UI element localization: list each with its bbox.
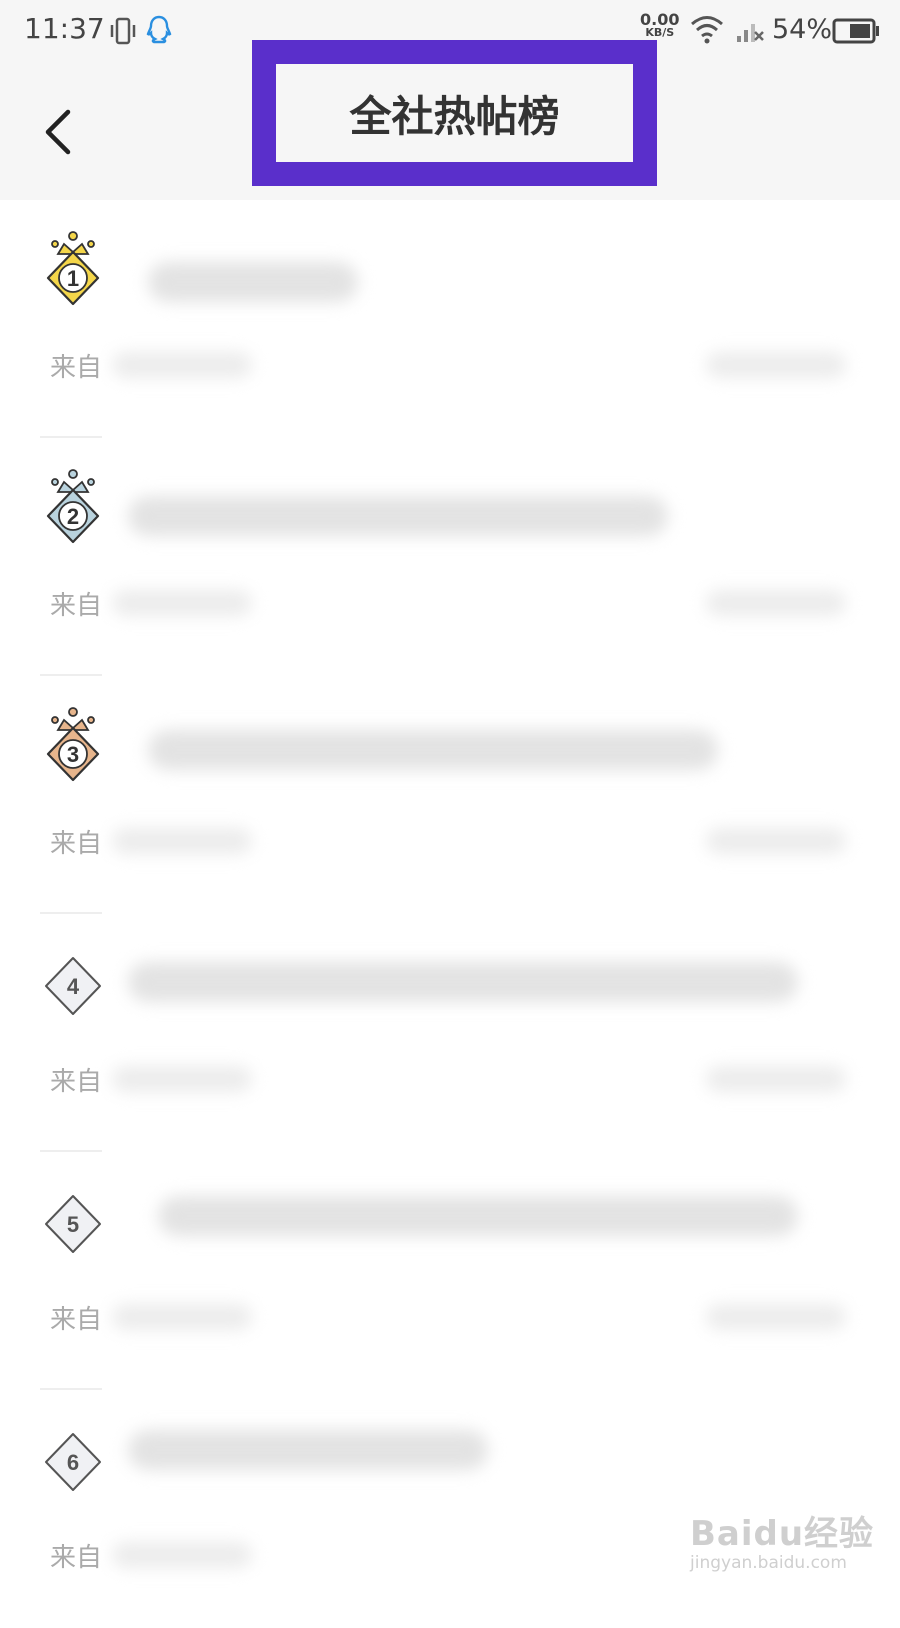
battery-icon (832, 18, 880, 48)
post-meta (706, 1066, 846, 1092)
post-source[interactable] (112, 1304, 252, 1330)
list-item[interactable]: 5 来自 (0, 1152, 900, 1390)
list-item[interactable]: 2 来自 (0, 438, 900, 676)
post-source[interactable] (112, 590, 252, 616)
bronze-crown-rank-icon: 3 (40, 706, 106, 786)
back-button[interactable] (38, 104, 82, 160)
source-label: 来自 (50, 353, 103, 383)
net-speed-unit: KB/S (645, 26, 675, 39)
source-label: 来自 (50, 829, 103, 859)
watermark-url: jingyan.baidu.com (690, 1553, 847, 1573)
post-source[interactable] (112, 1066, 252, 1092)
page-title: 全社热帖榜 (276, 64, 633, 162)
gold-crown-rank-icon: 1 (40, 230, 106, 310)
list-item[interactable]: 1 来自 (0, 200, 900, 438)
silver-crown-rank-icon: 2 (40, 468, 106, 548)
vibrate-icon (108, 16, 138, 50)
source-label: 来自 (50, 1543, 103, 1573)
post-content[interactable] (104, 438, 900, 676)
status-time: 11:37 (24, 12, 105, 45)
wifi-icon (690, 14, 724, 48)
post-title[interactable] (158, 1196, 798, 1236)
diamond-rank-icon: 6 (40, 1420, 106, 1500)
signal-icon (735, 16, 765, 48)
post-source[interactable] (112, 352, 252, 378)
rank-number: 3 (67, 742, 79, 767)
list-item[interactable]: 4 来自 (0, 914, 900, 1152)
source-label: 来自 (50, 591, 103, 621)
post-meta (706, 352, 846, 378)
diamond-rank-icon: 5 (40, 1182, 106, 1262)
post-meta (706, 828, 846, 854)
source-label: 来自 (50, 1305, 103, 1335)
list-item[interactable]: 3 来自 (0, 676, 900, 914)
rank-number: 1 (67, 266, 79, 291)
hot-post-list: 1 来自 2 来自 3 来自 4 来自 5 来自 6 来自 (0, 200, 900, 1628)
post-meta (706, 1304, 846, 1330)
rank-number: 4 (67, 974, 80, 999)
post-title[interactable] (128, 962, 798, 1002)
post-content[interactable] (104, 1152, 900, 1390)
rank-number: 2 (67, 504, 79, 529)
watermark-brand: Baidu经验 (690, 1514, 875, 1554)
qq-notification-icon (146, 14, 172, 50)
post-title[interactable] (128, 1430, 488, 1470)
post-title[interactable] (148, 730, 718, 770)
rank-number: 5 (67, 1212, 79, 1237)
diamond-rank-icon: 4 (40, 944, 106, 1024)
battery-percent: 54% (772, 14, 833, 45)
network-speed: 0.00 KB/S (640, 10, 680, 39)
post-content[interactable] (104, 676, 900, 914)
post-meta (706, 590, 846, 616)
baidu-jingyan-watermark: Baidu经验 jingyan.baidu.com (690, 1506, 874, 1573)
net-speed-value: 0.00 (640, 10, 680, 29)
post-source[interactable] (112, 828, 252, 854)
post-source[interactable] (112, 1542, 252, 1568)
source-label: 来自 (50, 1067, 103, 1097)
post-title[interactable] (148, 262, 358, 302)
post-content[interactable] (104, 200, 900, 438)
rank-number: 6 (67, 1450, 79, 1475)
post-content[interactable] (104, 914, 900, 1152)
post-title[interactable] (128, 496, 668, 536)
